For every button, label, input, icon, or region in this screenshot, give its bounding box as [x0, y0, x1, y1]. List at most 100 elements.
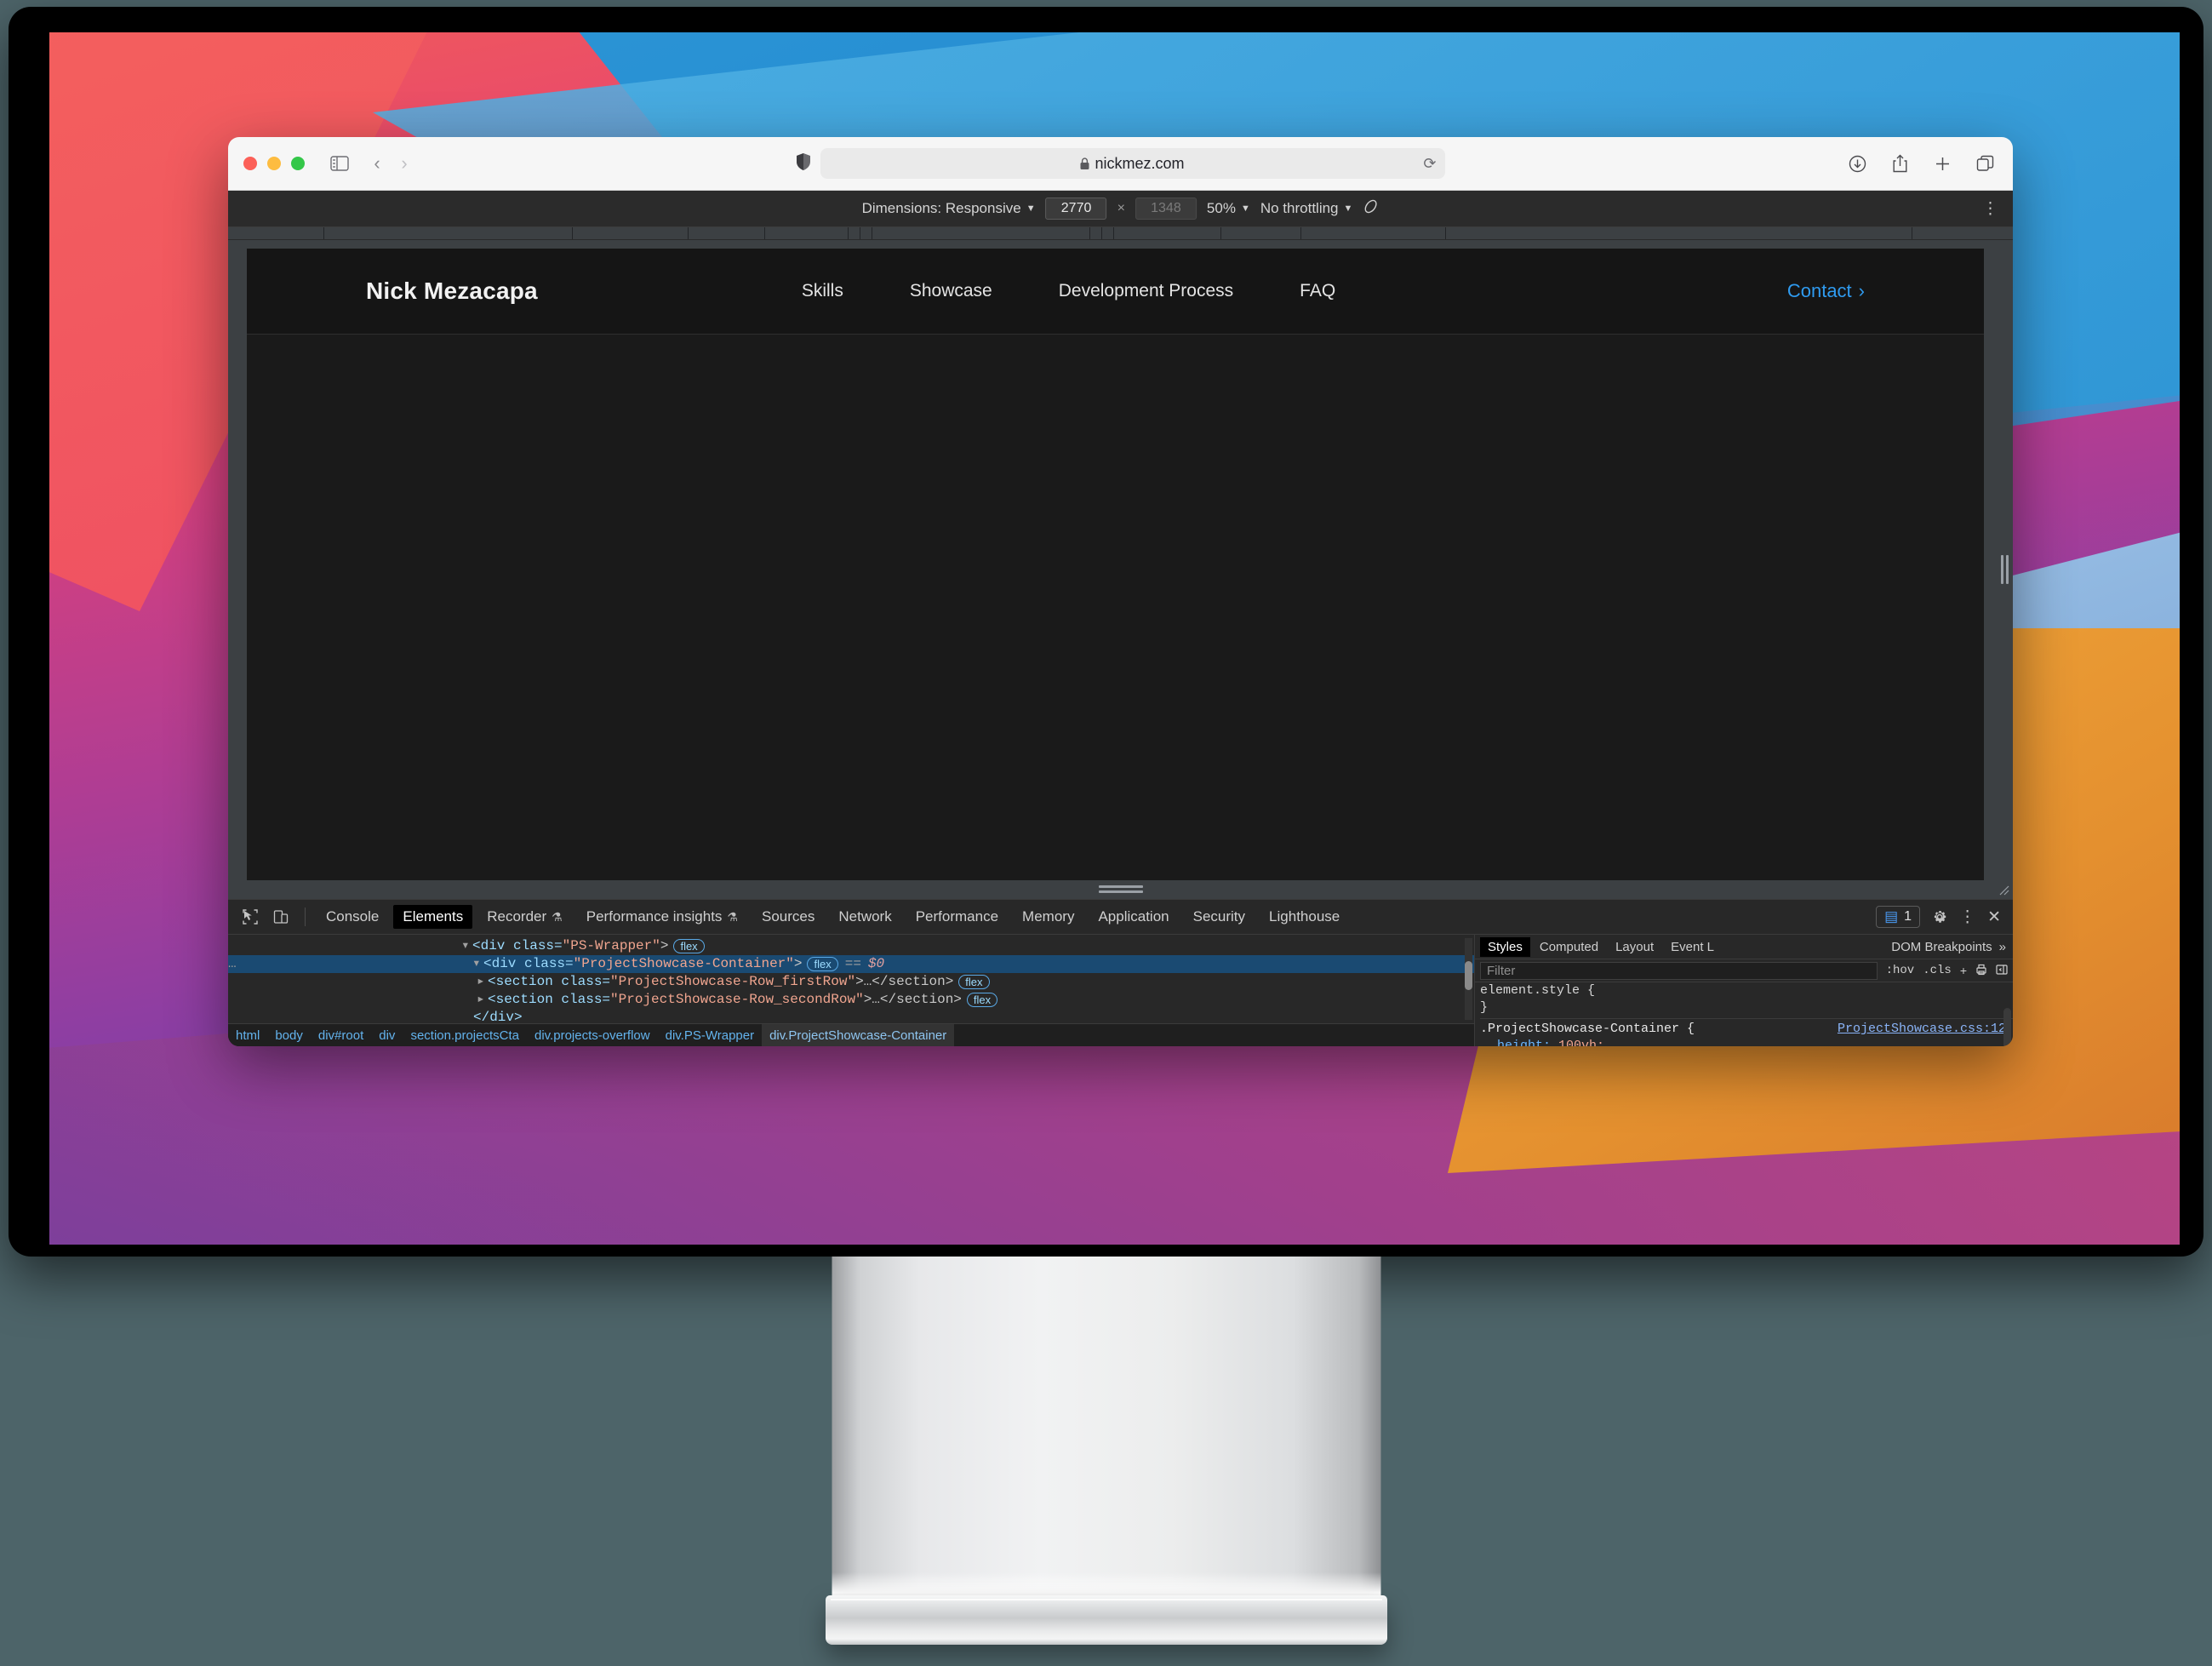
zoom-window-button[interactable] [291, 157, 305, 170]
tab-sources[interactable]: Sources [752, 905, 824, 929]
privacy-shield-icon[interactable] [797, 153, 810, 175]
tab-console-label: Console [326, 908, 379, 925]
viewport-width-resize-handle[interactable] [1999, 554, 2009, 585]
kebab-menu-icon[interactable]: ⋮ [1959, 907, 1975, 927]
tab-security[interactable]: Security [1184, 905, 1255, 929]
breadcrumb-html[interactable]: html [228, 1024, 267, 1046]
toolbar-divider [305, 907, 306, 926]
tab-performance-insights[interactable]: Performance insights ⚗ [577, 905, 747, 929]
dom-tree-scrollbar[interactable] [1465, 938, 1472, 1020]
monitor-bezel: ‹ › [9, 7, 2203, 1257]
print-media-icon[interactable] [1975, 964, 1987, 978]
nav-link-contact[interactable]: Contact › [1787, 280, 1865, 302]
dom-gutter-ellipsis[interactable]: … [228, 955, 243, 973]
hov-toggle[interactable]: :hov [1886, 964, 1915, 977]
styles-tab-dom-breakpoints[interactable]: DOM Breakpoints [1891, 940, 1992, 954]
address-bar[interactable]: nickmez.com ⟳ [820, 148, 1445, 179]
window-traffic-lights[interactable] [243, 157, 305, 170]
back-button[interactable]: ‹ [366, 152, 388, 175]
no-network-icon[interactable] [1363, 198, 1379, 219]
reload-icon[interactable]: ⟳ [1423, 155, 1436, 173]
breadcrumb-div-root[interactable]: div#root [311, 1024, 371, 1046]
new-style-rule-icon[interactable]: + [1960, 964, 1967, 977]
dom-tree[interactable]: ▾ <div class= "PS-Wrapper" > flex … [228, 935, 1474, 1023]
tab-memory[interactable]: Memory [1013, 905, 1083, 929]
toggle-device-toolbar-icon[interactable] [268, 904, 294, 930]
expand-arrow-icon[interactable]: ▾ [461, 937, 472, 955]
nav-link-faq[interactable]: FAQ [1300, 281, 1335, 301]
tab-recorder[interactable]: Recorder ⚗ [477, 905, 571, 929]
zoom-dropdown[interactable]: 50% ▼ [1207, 200, 1250, 217]
flex-badge[interactable]: flex [958, 975, 989, 989]
tab-application[interactable]: Application [1089, 905, 1178, 929]
device-toolbar-menu-icon[interactable]: ⋮ [1982, 199, 1999, 219]
minimize-window-button[interactable] [267, 157, 281, 170]
tab-memory-label: Memory [1022, 908, 1074, 925]
scrollbar-thumb[interactable] [1465, 961, 1472, 991]
styles-tab-event-listeners[interactable]: Event L [1663, 937, 1722, 957]
breadcrumb-div-projectshowcase-container[interactable]: div.ProjectShowcase-Container [762, 1024, 954, 1046]
inspect-element-icon[interactable] [237, 904, 263, 930]
new-tab-icon[interactable] [1929, 151, 1955, 176]
styles-tab-styles[interactable]: Styles [1480, 937, 1530, 957]
styles-tab-computed[interactable]: Computed [1532, 937, 1606, 957]
chevron-right-icon: › [1859, 280, 1865, 302]
nav-link-development-process[interactable]: Development Process [1059, 281, 1233, 301]
dom-attr-value: "ProjectShowcase-Row_firstRow" [610, 973, 855, 991]
nav-link-showcase[interactable]: Showcase [910, 281, 992, 301]
tab-performance[interactable]: Performance [906, 905, 1008, 929]
styles-tabs-overflow-icon[interactable]: » [1999, 940, 2006, 954]
viewport-height-resize-handle[interactable] [1099, 885, 1143, 894]
cls-toggle[interactable]: .cls [1923, 964, 1952, 977]
css-declaration[interactable]: height: 100vh; [1480, 1038, 2013, 1046]
flex-badge[interactable]: flex [807, 957, 837, 971]
experimental-flask-icon: ⚗ [727, 910, 738, 925]
breadcrumb-div[interactable]: div [371, 1024, 403, 1046]
tab-performance-insights-label: Performance insights [586, 908, 723, 925]
css-source-link[interactable]: ProjectShowcase.css:12 [1838, 1021, 2013, 1038]
gear-icon[interactable] [1932, 909, 1947, 925]
styles-rules-content[interactable]: element.style { } .ProjectShowcase-Conta… [1475, 982, 2013, 1046]
styles-tab-layout[interactable]: Layout [1608, 937, 1661, 957]
dom-row[interactable]: </div> [228, 1009, 1474, 1023]
expand-arrow-icon[interactable]: ▸ [477, 973, 488, 991]
breadcrumb-section-projectscta[interactable]: section.projectsCta [403, 1024, 527, 1046]
expand-arrow-icon[interactable]: ▾ [472, 955, 483, 973]
tab-overview-icon[interactable] [1972, 151, 1998, 176]
forward-button[interactable]: › [393, 152, 415, 175]
tab-network[interactable]: Network [829, 905, 900, 929]
site-logo[interactable]: Nick Mezacapa [366, 278, 538, 305]
expand-arrow-icon[interactable]: ▸ [477, 991, 488, 1009]
styles-scrollbar[interactable] [2003, 1008, 2011, 1046]
nav-link-skills[interactable]: Skills [802, 281, 843, 301]
flex-badge[interactable]: flex [967, 993, 997, 1007]
nav-arrows[interactable]: ‹ › [366, 152, 415, 175]
close-icon[interactable]: ✕ [1987, 907, 2001, 927]
css-rule-element-style[interactable]: element.style { [1480, 982, 2013, 999]
dimensions-dropdown[interactable]: Dimensions: Responsive ▼ [862, 200, 1036, 217]
tab-recorder-label: Recorder [487, 908, 546, 925]
styles-filter-input[interactable]: Filter [1480, 962, 1878, 980]
tab-lighthouse[interactable]: Lighthouse [1260, 905, 1349, 929]
css-rule-projectshowcase-container[interactable]: .ProjectShowcase-Container { ProjectShow… [1480, 1018, 2013, 1038]
dom-row[interactable]: … ▾ <div class= "ProjectShowcase-Contain… [228, 955, 1474, 973]
message-count-badge[interactable]: ▤ 1 [1876, 906, 1920, 928]
tab-elements[interactable]: Elements [393, 905, 472, 929]
viewport-corner-resize-handle[interactable] [1998, 884, 2009, 896]
dom-row[interactable]: ▾ <div class= "PS-Wrapper" > flex [228, 937, 1474, 955]
breadcrumb-body[interactable]: body [267, 1024, 311, 1046]
flex-badge[interactable]: flex [673, 939, 704, 953]
close-window-button[interactable] [243, 157, 257, 170]
sidebar-icon[interactable] [327, 151, 352, 176]
height-input[interactable]: 1348 [1135, 198, 1197, 220]
downloads-icon[interactable] [1844, 151, 1870, 176]
throttling-dropdown[interactable]: No throttling ▼ [1260, 200, 1353, 217]
width-input[interactable]: 2770 [1046, 198, 1107, 220]
tab-console[interactable]: Console [317, 905, 388, 929]
breadcrumb-div-projects-overflow[interactable]: div.projects-overflow [527, 1024, 658, 1046]
computed-sidebar-icon[interactable] [1996, 964, 2008, 978]
share-icon[interactable] [1887, 151, 1912, 176]
breadcrumb-div-ps-wrapper[interactable]: div.PS-Wrapper [658, 1024, 762, 1046]
dom-row[interactable]: ▸ <section class= "ProjectShowcase-Row_f… [228, 973, 1474, 991]
dom-row[interactable]: ▸ <section class= "ProjectShowcase-Row_s… [228, 991, 1474, 1009]
